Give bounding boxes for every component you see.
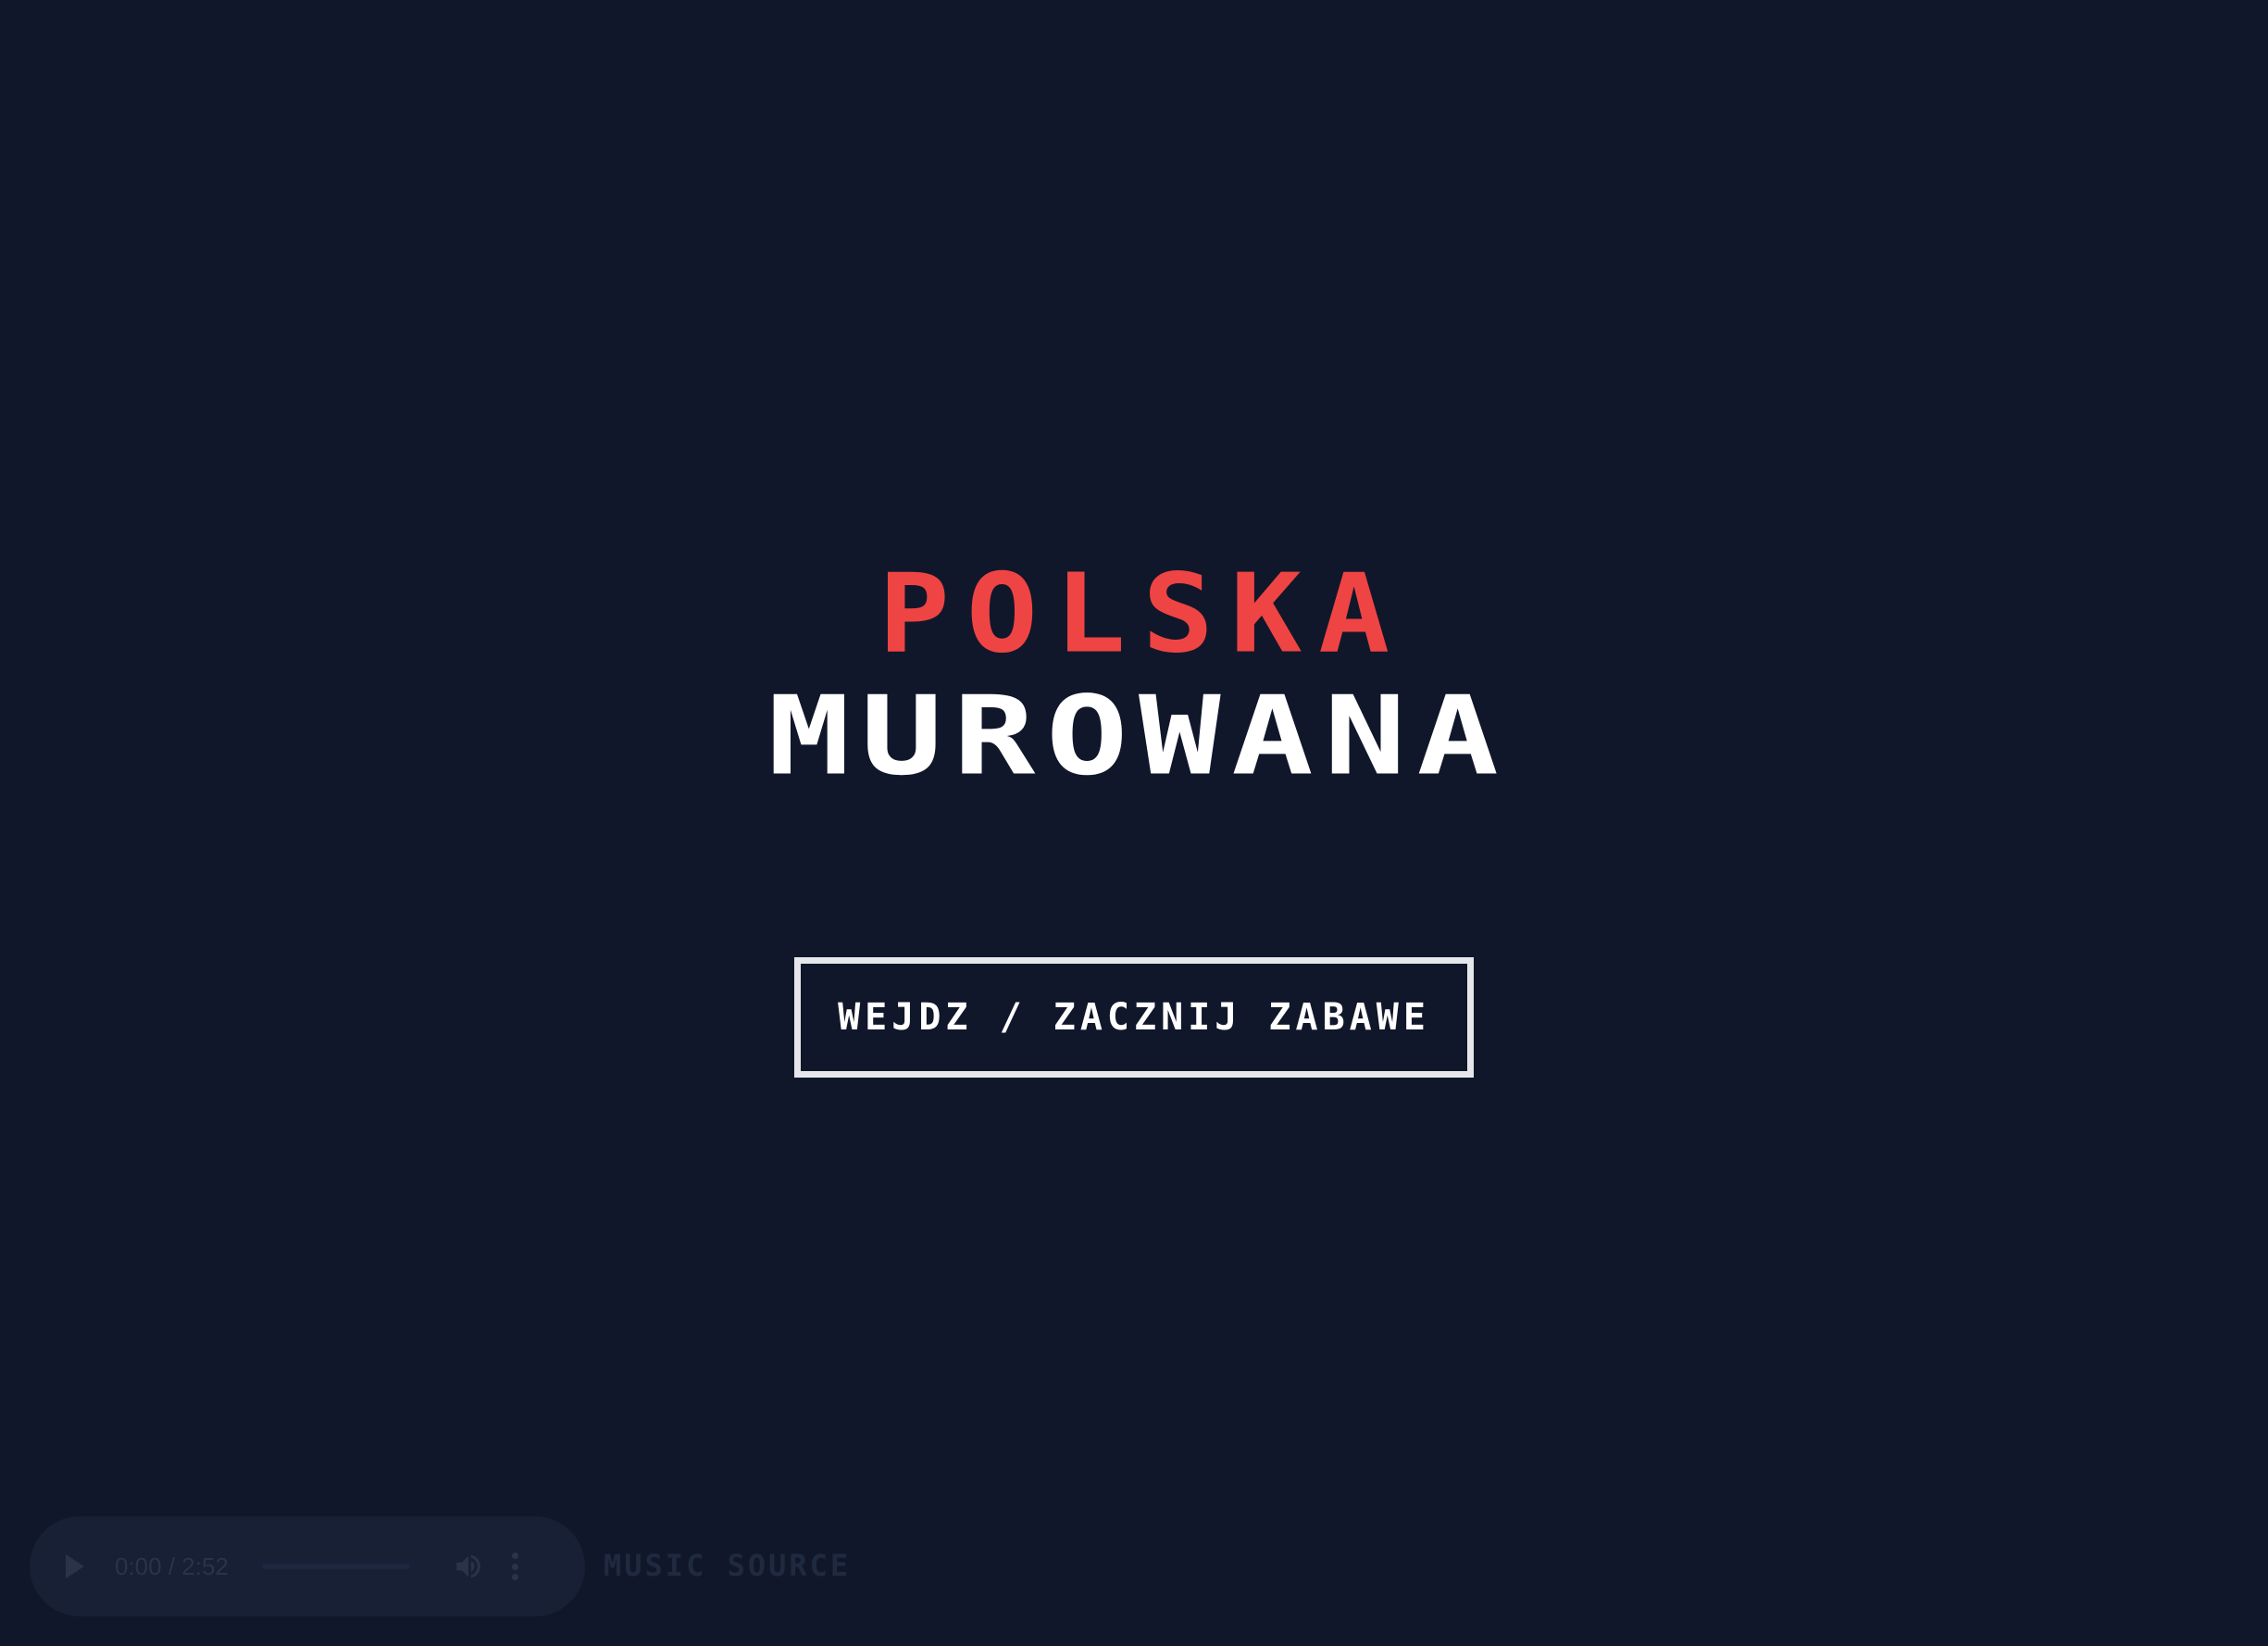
progress-slider[interactable]: [261, 1564, 410, 1569]
time-display: 0:00 / 2:52: [115, 1552, 229, 1580]
title-line-murowana: MUROWANA: [767, 673, 1510, 801]
title-line-polska: POLSKA: [878, 551, 1407, 679]
menu-dot: [512, 1552, 519, 1559]
play-icon: [66, 1554, 84, 1578]
audio-player: 0:00 / 2:52: [30, 1516, 585, 1616]
start-game-button[interactable]: WEJDZ / ZACZNIJ ZABAWE: [794, 957, 1474, 1078]
more-vertical-icon[interactable]: [510, 1551, 521, 1582]
landing-page: POLSKA MUROWANA WEJDZ / ZACZNIJ ZABAWE 0…: [0, 0, 2268, 1646]
menu-dot: [512, 1574, 519, 1580]
play-button[interactable]: [61, 1552, 89, 1580]
game-title: POLSKA MUROWANA: [0, 555, 2268, 796]
menu-dot: [512, 1563, 519, 1570]
music-source-link[interactable]: MUSIC SOURCE: [604, 1548, 851, 1583]
volume-icon[interactable]: [453, 1551, 484, 1582]
